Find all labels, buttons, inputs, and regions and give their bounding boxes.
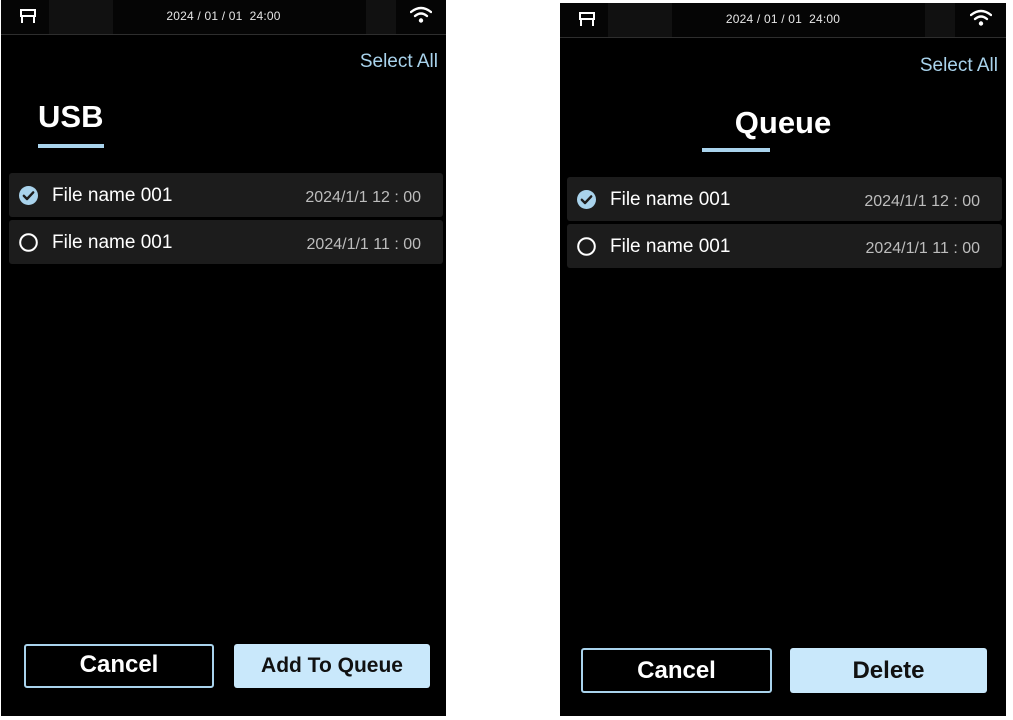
file-date: 2024/1/1 12 : 00: [305, 189, 421, 206]
page-title: USB: [38, 99, 104, 134]
file-row[interactable]: File name 001 2024/1/1 12 : 00: [567, 177, 1002, 221]
unchecked-circle-icon[interactable]: [577, 237, 596, 256]
status-datetime: 2024 / 01 / 01 24:00: [1, 9, 446, 23]
file-name: File name 001: [52, 185, 173, 206]
status-date: 2024 / 01 / 01: [725, 12, 803, 26]
delete-button[interactable]: Delete: [790, 648, 987, 693]
file-date: 2024/1/1 12 : 00: [864, 193, 980, 210]
status-bar: 2024 / 01 / 01 24:00: [1, 0, 446, 35]
unchecked-circle-icon[interactable]: [19, 233, 38, 252]
file-list: File name 001 2024/1/1 12 : 00 File name…: [567, 177, 1002, 271]
status-date: 2024 / 01 / 01: [166, 9, 243, 23]
file-list: File name 001 2024/1/1 12 : 00 File name…: [9, 173, 443, 267]
status-time: 24:00: [809, 12, 841, 26]
status-datetime: 2024 / 01 / 01 24:00: [560, 12, 1006, 26]
cancel-button[interactable]: Cancel: [581, 648, 772, 693]
title-underline: [702, 148, 770, 152]
select-all-button[interactable]: Select All: [360, 51, 438, 73]
add-to-queue-button[interactable]: Add To Queue: [234, 644, 430, 688]
file-date: 2024/1/1 11 : 00: [865, 240, 980, 257]
file-row[interactable]: File name 001 2024/1/1 12 : 00: [9, 173, 443, 217]
title-underline: [38, 144, 104, 148]
usb-screen: 2024 / 01 / 01 24:00 Select All USB File…: [1, 0, 446, 716]
checked-circle-icon[interactable]: [19, 186, 38, 205]
file-row[interactable]: File name 001 2024/1/1 11 : 00: [9, 220, 443, 264]
checked-circle-icon[interactable]: [577, 190, 596, 209]
file-name: File name 001: [610, 189, 731, 210]
wifi-icon: [410, 6, 432, 23]
wifi-icon: [970, 9, 992, 26]
file-row[interactable]: File name 001 2024/1/1 11 : 00: [567, 224, 1002, 268]
file-name: File name 001: [610, 236, 731, 257]
status-bar: 2024 / 01 / 01 24:00: [560, 3, 1006, 38]
cancel-button[interactable]: Cancel: [24, 644, 214, 688]
page-title: Queue: [734, 105, 832, 140]
status-time: 24:00: [249, 9, 281, 23]
select-all-button[interactable]: Select All: [920, 55, 998, 77]
queue-screen: 2024 / 01 / 01 24:00 Select All Queue Fi…: [560, 3, 1006, 716]
file-date: 2024/1/1 11 : 00: [306, 236, 421, 253]
file-name: File name 001: [52, 232, 173, 253]
